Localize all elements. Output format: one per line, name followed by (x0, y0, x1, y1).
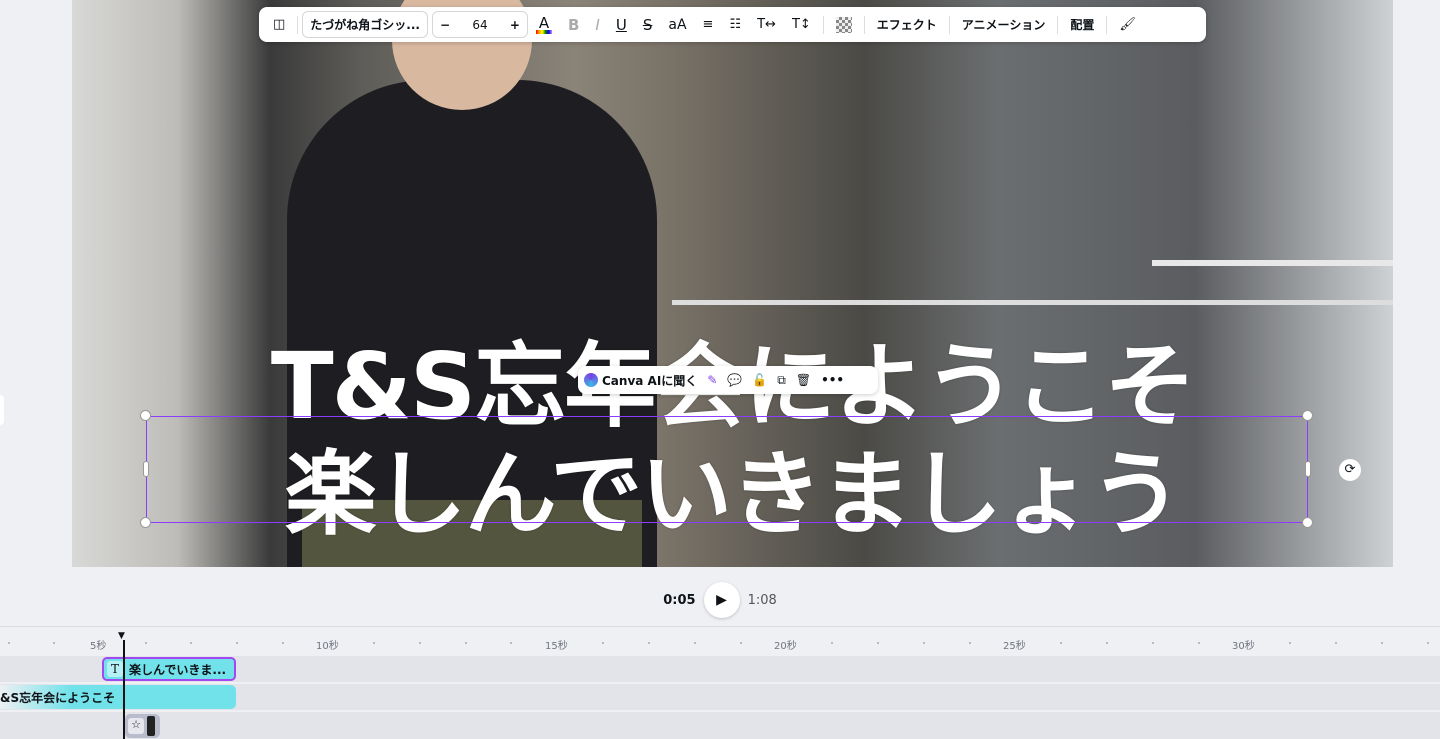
divider (822, 15, 824, 34)
lock-icon[interactable]: 🔓 (752, 373, 767, 387)
side-resize-handle[interactable] (1305, 461, 1311, 477)
divider (1057, 15, 1059, 34)
divider (297, 15, 299, 34)
text-color-icon: A (538, 13, 550, 32)
current-time: 0:05 (663, 592, 696, 608)
strikethrough-button[interactable]: S (635, 7, 661, 42)
position-button[interactable]: 配置 (1062, 7, 1102, 42)
font-select[interactable]: たづがね角ゴシッ... (302, 11, 428, 38)
letter-spacing-icon[interactable]: T↔ (749, 7, 784, 42)
play-button[interactable]: ▶ (703, 582, 740, 618)
text-color-button[interactable]: A (528, 7, 560, 42)
resize-handle[interactable] (140, 410, 151, 421)
playhead[interactable] (123, 640, 125, 739)
magic-edit-icon[interactable]: ✎ (707, 373, 717, 387)
tick-label: 30秒 (1232, 641, 1255, 652)
animation-button[interactable]: アニメーション (954, 7, 1054, 42)
duplicate-icon[interactable]: ⧉ (777, 373, 786, 388)
list-icon[interactable]: ☷ (721, 7, 749, 42)
timeline-track (0, 712, 1440, 739)
railing (1152, 260, 1393, 266)
resize-handle[interactable] (1302, 410, 1313, 421)
clip-label: &S忘年会にようこそ (0, 690, 116, 705)
side-handle[interactable] (0, 395, 4, 425)
tick-label: 10秒 (316, 641, 339, 652)
vertical-text-icon[interactable]: T↕ (784, 7, 819, 42)
railing (672, 300, 1393, 305)
trash-icon[interactable]: 🗑 (796, 373, 811, 387)
transparency-icon[interactable] (828, 7, 860, 42)
side-resize-handle[interactable] (143, 461, 149, 477)
total-duration: 1:08 (747, 592, 777, 608)
align-center-icon[interactable]: ≡ (695, 7, 722, 42)
tick-label: 25秒 (1003, 641, 1026, 652)
divider (948, 15, 950, 34)
text-clip[interactable]: &S忘年会にようこそ (0, 685, 236, 709)
more-icon[interactable]: ••• (821, 373, 844, 387)
text-icon: T (107, 661, 123, 677)
underline-button[interactable]: U (608, 7, 635, 42)
resize-handle[interactable] (140, 517, 151, 528)
effects-button[interactable]: エフェクト (869, 7, 945, 42)
playback-controls: 0:05 ▶ 1:08 (0, 582, 1440, 618)
tick-label: 15秒 (545, 641, 568, 652)
playhead-marker-icon[interactable]: ▼ (118, 631, 125, 641)
rotate-icon[interactable]: ⟳ (1339, 459, 1361, 481)
font-size-stepper: − 64 + (431, 11, 528, 38)
text-toolbar: ◫ たづがね角ゴシッ... − 64 + A B I U S aA ≡ ☷ T↔… (259, 7, 1206, 42)
animation-icon: ☆ (128, 718, 144, 734)
element-clip[interactable]: ☆ (125, 714, 160, 738)
comment-icon[interactable]: 💬 (727, 373, 742, 387)
resize-handle[interactable] (1302, 517, 1313, 528)
clip-label: 楽しんでいきま... (129, 662, 227, 677)
divider (863, 15, 865, 34)
ask-canva-ai-button[interactable]: Canva AIに聞く (602, 372, 697, 389)
bold-button[interactable]: B (560, 7, 587, 42)
decrease-size-button[interactable]: − (440, 18, 450, 32)
clip-end-handle[interactable] (147, 716, 155, 736)
tick-label: 20秒 (774, 641, 797, 652)
letter-case-button[interactable]: aA (660, 7, 694, 42)
timeline-ruler[interactable]: 5秒 10秒 15秒 20秒 25秒 30秒 (0, 626, 1440, 656)
flip-icon[interactable]: ◫ (265, 7, 293, 42)
paint-roller-icon[interactable]: 🖌 (1111, 7, 1144, 42)
context-menu: Canva AIに聞く ✎ 💬 🔓 ⧉ 🗑 ••• (578, 366, 878, 394)
increase-size-button[interactable]: + (510, 18, 520, 32)
divider (1106, 15, 1108, 34)
color-bar (535, 29, 552, 34)
italic-button[interactable]: I (587, 7, 607, 42)
selection-box[interactable] (146, 416, 1308, 523)
canva-ai-icon (584, 373, 598, 387)
font-size-input[interactable]: 64 (472, 18, 487, 32)
tick-label: 5秒 (90, 641, 107, 652)
